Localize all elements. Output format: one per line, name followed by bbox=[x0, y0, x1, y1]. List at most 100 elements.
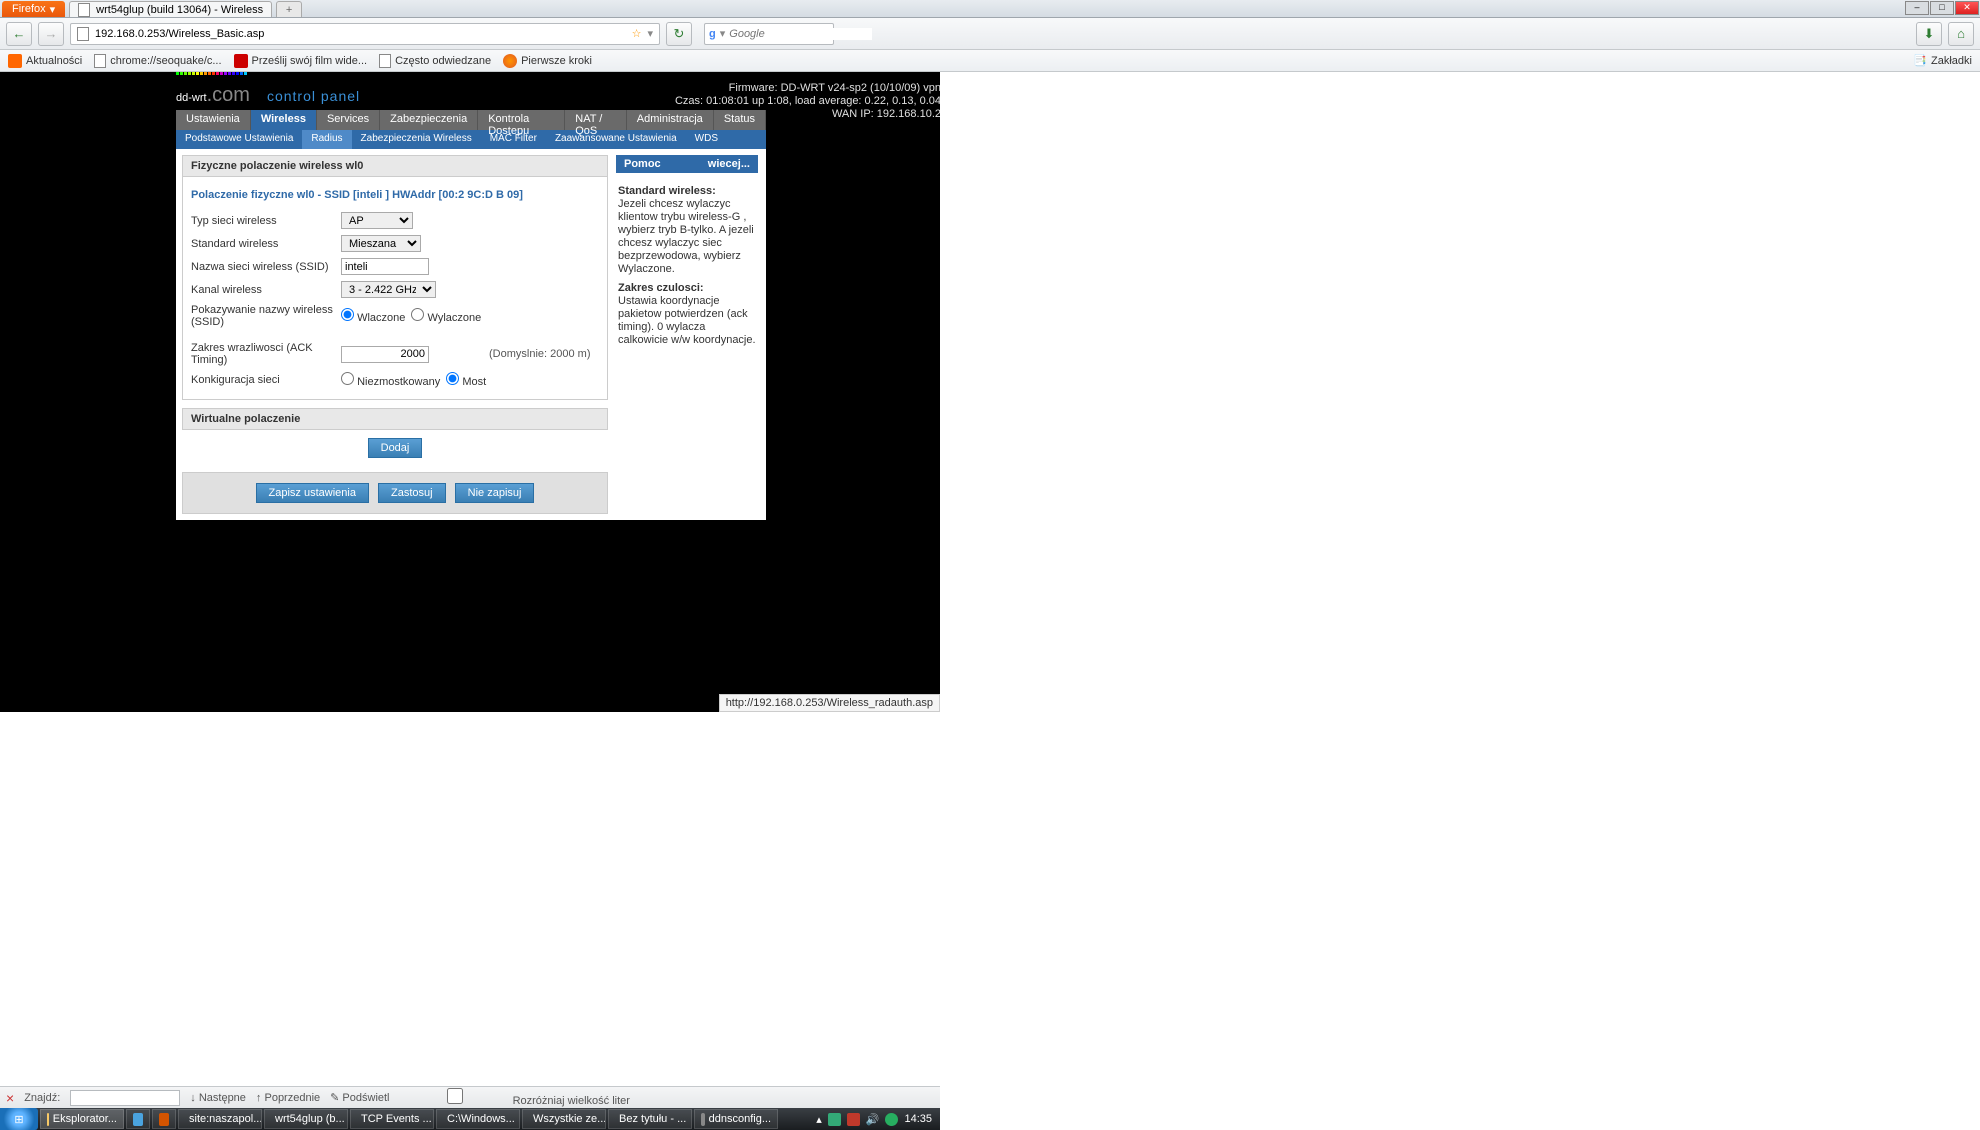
url-input[interactable] bbox=[95, 28, 626, 40]
home-button[interactable]: ⌂ bbox=[1948, 22, 1974, 46]
bookmarks-bar: Aktualności chrome://seoquake/c... Prześ… bbox=[0, 50, 1980, 72]
forward-button[interactable]: → bbox=[38, 22, 64, 46]
taskbar-item[interactable]: ddnsconfig... bbox=[694, 1109, 778, 1129]
back-button[interactable]: ← bbox=[6, 22, 32, 46]
label-ssid: Nazwa sieci wireless (SSID) bbox=[191, 261, 341, 273]
select-channel[interactable]: 3 - 2.422 GHz bbox=[341, 281, 436, 298]
windows-icon: ⊞ bbox=[14, 1113, 23, 1126]
maximize-button[interactable]: □ bbox=[1930, 1, 1954, 15]
tab-services[interactable]: Services bbox=[317, 110, 380, 130]
taskbar-item[interactable]: Bez tytułu - ... bbox=[608, 1109, 692, 1129]
findbar-case[interactable]: Rozróżniaj wielkość liter bbox=[400, 1088, 630, 1107]
app-icon bbox=[159, 1113, 169, 1126]
subtab-wds[interactable]: WDS bbox=[686, 130, 727, 149]
tray-icon[interactable] bbox=[847, 1113, 860, 1126]
dropdown-icon[interactable]: ▾ bbox=[647, 27, 653, 40]
browser-tab[interactable]: wrt54glup (build 13064) - Wireless bbox=[69, 1, 272, 17]
taskbar-item[interactable] bbox=[152, 1109, 176, 1129]
taskbar-item[interactable]: C:\Windows... bbox=[436, 1109, 520, 1129]
bookmark-item[interactable]: Często odwiedzane bbox=[379, 54, 491, 68]
subtab-radius[interactable]: Radius bbox=[302, 130, 351, 149]
sub-tabs: Podstawowe Ustawienia Radius Zabezpiecze… bbox=[176, 130, 766, 149]
save-button[interactable]: Zapisz ustawienia bbox=[256, 483, 369, 503]
input-ssid[interactable] bbox=[341, 258, 429, 275]
search-bar[interactable]: g▾ bbox=[704, 23, 834, 45]
start-button[interactable]: ⊞ bbox=[0, 1108, 38, 1130]
section-header-virtual: Wirtualne polaczenie bbox=[182, 408, 608, 430]
page-viewport: Firmware: DD-WRT v24-sp2 (10/10/09) vpnC… bbox=[0, 72, 940, 712]
radio-unbridged[interactable] bbox=[341, 372, 354, 385]
label-netconfig: Konkiguracja sieci bbox=[191, 374, 341, 386]
logo-text: dd-wrt.com bbox=[176, 77, 250, 107]
logo-bars-icon bbox=[176, 72, 360, 75]
tray-icon[interactable] bbox=[885, 1113, 898, 1126]
bookmarks-menu[interactable]: 📑Zakładki bbox=[1913, 54, 1972, 67]
tray-expand-icon[interactable]: ▴ bbox=[816, 1113, 822, 1126]
label-ack: Zakres wrazliwosci (ACK Timing) bbox=[191, 342, 341, 366]
taskbar-item[interactable]: wrt54glup (b... bbox=[264, 1109, 348, 1129]
close-button[interactable]: ✕ bbox=[1955, 1, 1979, 15]
add-button[interactable]: Dodaj bbox=[368, 438, 423, 458]
section-body-physical: Polaczenie fizyczne wl0 - SSID [inteli ]… bbox=[182, 177, 608, 400]
browser-navbar: ← → ☆ ▾ ↻ g▾ ⬇ ⌂ bbox=[0, 18, 1980, 50]
subtab-zabezpieczenia-wireless[interactable]: Zabezpieczenia Wireless bbox=[352, 130, 481, 149]
radio-broadcast-on[interactable] bbox=[341, 308, 354, 321]
taskbar: ⊞ Eksplorator... site:naszapol... wrt54g… bbox=[0, 1108, 940, 1130]
apply-button[interactable]: Zastosuj bbox=[378, 483, 446, 503]
bookmark-item[interactable]: Prześlij swój film wide... bbox=[234, 54, 368, 68]
new-tab-button[interactable]: + bbox=[276, 1, 302, 17]
help-sidebar: Pomocwiecej... Standard wireless:Jezeli … bbox=[616, 155, 758, 514]
volume-icon[interactable]: 🔊 bbox=[866, 1113, 880, 1126]
search-input[interactable] bbox=[729, 28, 872, 40]
taskbar-item[interactable]: TCP Events ... bbox=[350, 1109, 434, 1129]
feed-icon[interactable]: ☆ bbox=[632, 27, 642, 40]
input-ack-timing[interactable] bbox=[341, 346, 429, 363]
folder-icon bbox=[47, 1113, 49, 1126]
cancel-button[interactable]: Nie zapisuj bbox=[455, 483, 535, 503]
help-more-link[interactable]: wiecej... bbox=[708, 158, 750, 170]
chevron-down-icon: ▾ bbox=[50, 3, 56, 16]
help-body: Standard wireless:Jezeli chcesz wylaczyc… bbox=[616, 173, 758, 353]
firefox-menu-button[interactable]: Firefox▾ bbox=[2, 1, 65, 17]
firefox-icon bbox=[503, 54, 517, 68]
select-wireless-standard[interactable]: Mieszana bbox=[341, 235, 421, 252]
tab-zabezpieczenia[interactable]: Zabezpieczenia bbox=[380, 110, 478, 130]
select-wireless-type[interactable]: AP bbox=[341, 212, 413, 229]
findbar-next[interactable]: ↓ Następne bbox=[190, 1092, 246, 1104]
bookmark-item[interactable]: chrome://seoquake/c... bbox=[94, 54, 221, 68]
clock[interactable]: 14:35 bbox=[904, 1113, 932, 1125]
taskbar-item[interactable]: site:naszapol... bbox=[178, 1109, 262, 1129]
minimize-button[interactable]: – bbox=[1905, 1, 1929, 15]
taskbar-item[interactable]: Wszystkie ze... bbox=[522, 1109, 606, 1129]
system-tray[interactable]: ▴ 🔊 14:35 bbox=[808, 1113, 940, 1126]
radio-bridged[interactable] bbox=[446, 372, 459, 385]
action-buttons: Zapisz ustawienia Zastosuj Nie zapisuj bbox=[182, 472, 608, 514]
taskbar-item[interactable] bbox=[126, 1109, 150, 1129]
url-bar[interactable]: ☆ ▾ bbox=[70, 23, 660, 45]
subtab-podstawowe[interactable]: Podstawowe Ustawienia bbox=[176, 130, 302, 149]
tab-wireless[interactable]: Wireless bbox=[251, 110, 317, 130]
router-panel: Firmware: DD-WRT v24-sp2 (10/10/09) vpnC… bbox=[176, 76, 766, 520]
subtab-mac-filter[interactable]: MAC Filter bbox=[481, 130, 546, 149]
label-channel: Kanal wireless bbox=[191, 284, 341, 296]
page-icon bbox=[379, 54, 391, 68]
radio-broadcast-off[interactable] bbox=[411, 308, 424, 321]
findbar-prev[interactable]: ↑ Poprzednie bbox=[256, 1092, 320, 1104]
label-broadcast: Pokazywanie nazwy wireless (SSID) bbox=[191, 304, 341, 328]
downloads-button[interactable]: ⬇ bbox=[1916, 22, 1942, 46]
tab-kontrola[interactable]: Kontrola Dostepu bbox=[478, 110, 565, 130]
interface-title: Polaczenie fizyczne wl0 - SSID [inteli ]… bbox=[191, 185, 599, 209]
reload-button[interactable]: ↻ bbox=[666, 22, 692, 46]
findbar-close[interactable]: × bbox=[6, 1090, 14, 1106]
subtab-zaawansowane[interactable]: Zaawansowane Ustawienia bbox=[546, 130, 686, 149]
rss-icon bbox=[8, 54, 22, 68]
main-column: Fizyczne polaczenie wireless wl0 Polacze… bbox=[182, 155, 608, 514]
bookmark-item[interactable]: Pierwsze kroki bbox=[503, 54, 592, 68]
taskbar-item[interactable]: Eksplorator... bbox=[40, 1109, 124, 1129]
tab-ustawienia[interactable]: Ustawienia bbox=[176, 110, 251, 130]
bookmark-item[interactable]: Aktualności bbox=[8, 54, 82, 68]
findbar-highlight[interactable]: ✎ Podświetl bbox=[330, 1091, 389, 1104]
tray-icon[interactable] bbox=[828, 1113, 841, 1126]
section-header-physical: Fizyczne polaczenie wireless wl0 bbox=[182, 155, 608, 177]
findbar-input[interactable] bbox=[70, 1090, 180, 1106]
